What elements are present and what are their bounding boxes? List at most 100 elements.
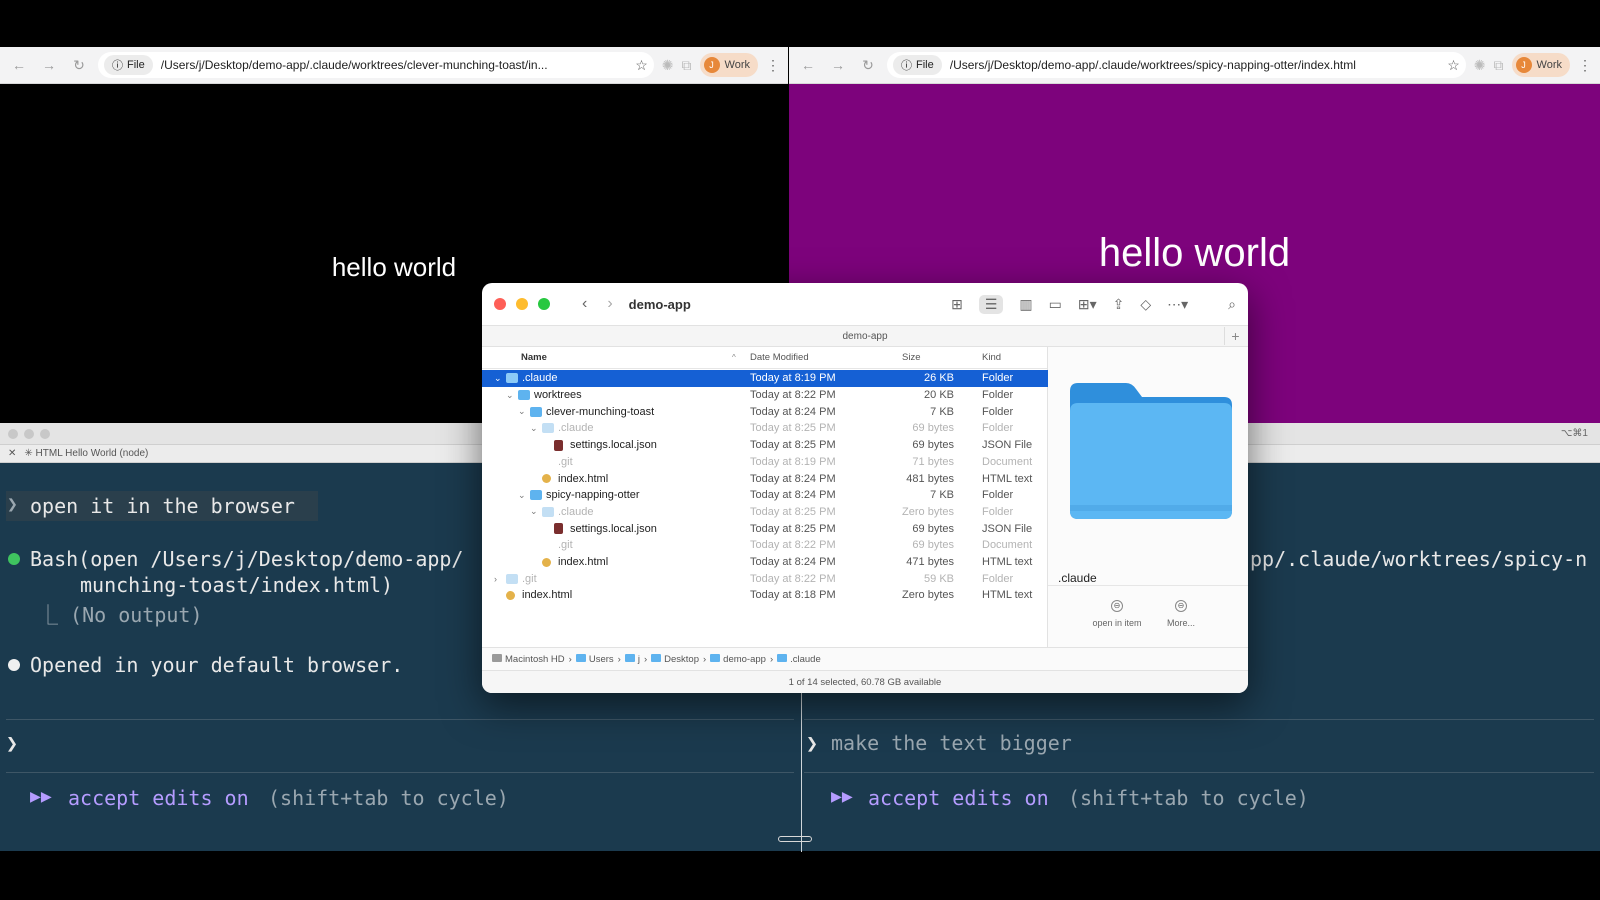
path-bar: Macintosh HD › Users › j › Desktop › demo-ap… — [482, 647, 1248, 670]
tab-title[interactable]: demo-app — [842, 331, 887, 342]
icon-view-icon[interactable]: ⊞ — [951, 296, 963, 313]
finder-body: Name ^ Date Modified Size Kind ⌄ .claude T… — [482, 347, 1248, 647]
column-size[interactable]: Size — [902, 352, 920, 363]
extensions-puzzle-icon[interactable]: ⧉ — [682, 57, 692, 74]
zoom-button[interactable] — [40, 428, 50, 439]
bash-command-line2: munching-toast/index.html) — [80, 573, 394, 597]
bookmark-star-icon[interactable]: ☆ — [635, 57, 648, 74]
disclosure-expanded-icon[interactable]: ⌄ — [518, 490, 526, 501]
group-by-icon[interactable]: ⊞▾ — [1078, 296, 1097, 313]
file-row[interactable]: ⌄ .claude Today at 8:19 PM 26 KB Folder — [482, 370, 1048, 387]
file-row[interactable]: › .git Today at 8:22 PM 59 KB Folder — [482, 570, 1048, 587]
column-view-icon[interactable]: ▥ — [1019, 296, 1032, 313]
extension-icon[interactable]: ✺ — [662, 57, 674, 74]
info-icon: ⓘ — [112, 60, 123, 72]
file-size: 69 bytes — [912, 422, 954, 435]
crumb-claude[interactable]: .claude — [777, 653, 821, 665]
list-view-icon[interactable]: ☰ — [978, 294, 1004, 314]
tab-title[interactable]: ✳ HTML Hello World (node) — [24, 448, 148, 459]
more-button[interactable]: ⊖ More... — [1156, 600, 1206, 628]
crumb-separator: › — [769, 653, 774, 665]
file-kind: Folder — [982, 489, 1014, 502]
file-row[interactable]: index.html Today at 8:24 PM 481 bytes HTML … — [482, 470, 1048, 487]
disclosure-collapsed-icon[interactable]: › — [494, 574, 497, 584]
disclosure-expanded-icon[interactable]: ⌄ — [518, 406, 526, 417]
mode-label[interactable]: accept edits on — [868, 786, 1049, 810]
file-row[interactable]: ⌄ worktrees Today at 8:22 PM 20 KB Folder — [482, 387, 1048, 404]
hello-text: hello world — [1098, 231, 1291, 275]
file-date: Today at 8:18 PM — [750, 589, 836, 602]
prompt-input[interactable]: make the text bigger — [831, 731, 1072, 755]
file-row[interactable]: index.html Today at 8:24 PM 471 bytes HTML … — [482, 554, 1048, 571]
tag-icon[interactable]: ◇ — [1140, 296, 1151, 313]
forward-arrow-icon[interactable]: → — [827, 54, 849, 76]
extension-icon[interactable]: ✺ — [1474, 57, 1486, 74]
file-kind: Document — [982, 539, 1033, 552]
folder-icon — [530, 406, 542, 417]
address-bar[interactable]: ⓘ File /Users/j/Desktop/demo-app/.claude/… — [887, 52, 1466, 78]
file-row[interactable]: .git Today at 8:19 PM 71 bytes Document — [482, 454, 1048, 471]
mode-hint: (shift+tab to cycle) — [1068, 786, 1309, 810]
file-row[interactable]: settings.local.json Today at 8:25 PM 69 by… — [482, 437, 1048, 454]
file-date: Today at 8:24 PM — [750, 556, 836, 569]
site-info-chip[interactable]: ⓘ File — [104, 55, 153, 75]
minimize-button[interactable] — [24, 428, 34, 439]
back-arrow-icon[interactable]: ← — [8, 54, 30, 76]
menu-kebab-icon[interactable]: ⋮ — [766, 57, 780, 74]
file-name: .claude — [558, 422, 594, 435]
file-row[interactable]: ⌄ .claude Today at 8:25 PM 69 bytes Folder — [482, 420, 1048, 437]
menu-kebab-icon[interactable]: ⋮ — [1578, 57, 1592, 74]
profile-button[interactable]: J Work — [1511, 53, 1570, 77]
file-row[interactable]: settings.local.json Today at 8:25 PM 69 by… — [482, 520, 1048, 537]
disclosure-expanded-icon[interactable]: ⌄ — [530, 506, 538, 517]
column-date[interactable]: Date Modified — [750, 352, 809, 363]
reload-icon[interactable]: ↻ — [68, 54, 90, 76]
file-kind: Folder — [982, 572, 1014, 585]
new-tab-plus-icon[interactable]: + — [1224, 327, 1246, 345]
file-date: Today at 8:22 PM — [750, 572, 836, 585]
file-row[interactable]: ⌄ spicy-napping-otter Today at 8:24 PM 7 KB… — [482, 487, 1048, 504]
crumb-macintosh-hd[interactable]: Macintosh HD — [492, 653, 565, 665]
crumb-demo-app[interactable]: demo-app — [710, 653, 766, 665]
reload-icon[interactable]: ↻ — [857, 54, 879, 76]
crumb-separator: › — [643, 653, 648, 665]
close-button[interactable] — [8, 428, 18, 439]
mode-label[interactable]: accept edits on — [68, 786, 249, 810]
bookmark-star-icon[interactable]: ☆ — [1447, 57, 1460, 74]
crumb-j[interactable]: j — [624, 653, 640, 665]
file-size: 69 bytes — [912, 439, 954, 452]
fast-forward-icon: ▶▶ — [30, 786, 52, 807]
file-row[interactable]: .git Today at 8:22 PM 69 bytes Document — [482, 537, 1048, 554]
disclosure-expanded-icon[interactable]: ⌄ — [494, 373, 502, 384]
close-tab-icon[interactable]: ✕ — [8, 448, 16, 459]
json-file-icon — [554, 523, 563, 535]
forward-chevron-icon[interactable]: › — [607, 295, 612, 313]
pane-divider[interactable] — [801, 692, 802, 852]
file-kind: HTML text — [982, 472, 1033, 485]
zoom-button[interactable] — [538, 298, 550, 310]
more-actions-icon[interactable]: ⋯▾ — [1167, 296, 1188, 313]
disclosure-expanded-icon[interactable]: ⌄ — [506, 390, 514, 401]
back-chevron-icon[interactable]: ‹ — [582, 295, 587, 313]
address-bar[interactable]: ⓘ File /Users/j/Desktop/demo-app/.claude/… — [98, 52, 654, 78]
crumb-desktop[interactable]: Desktop — [651, 653, 699, 665]
crumb-users[interactable]: Users — [575, 653, 614, 665]
back-arrow-icon[interactable]: ← — [797, 54, 819, 76]
file-row[interactable]: index.html Today at 8:18 PM Zero bytes HTML… — [482, 587, 1048, 604]
gallery-view-icon[interactable]: ▭ — [1049, 296, 1062, 313]
resize-handle[interactable] — [778, 836, 812, 842]
column-name[interactable]: Name — [521, 352, 547, 363]
search-icon[interactable]: ⌕ — [1228, 296, 1236, 313]
extensions-puzzle-icon[interactable]: ⧉ — [1494, 57, 1504, 74]
file-row[interactable]: ⌄ .claude Today at 8:25 PM Zero bytes Folder — [482, 504, 1048, 521]
share-icon[interactable]: ⇪ — [1113, 296, 1125, 313]
file-row[interactable]: ⌄ clever-munching-toast Today at 8:24 PM 7 … — [482, 403, 1048, 420]
profile-button[interactable]: J Work — [699, 53, 758, 77]
close-button[interactable] — [494, 298, 506, 310]
disclosure-expanded-icon[interactable]: ⌄ — [530, 423, 538, 434]
minimize-button[interactable] — [516, 298, 528, 310]
forward-arrow-icon[interactable]: → — [38, 54, 60, 76]
open-in-item-button[interactable]: ⊖ open in item — [1092, 600, 1142, 628]
site-info-chip[interactable]: ⓘ File — [893, 55, 942, 75]
column-kind[interactable]: Kind — [982, 352, 1001, 363]
